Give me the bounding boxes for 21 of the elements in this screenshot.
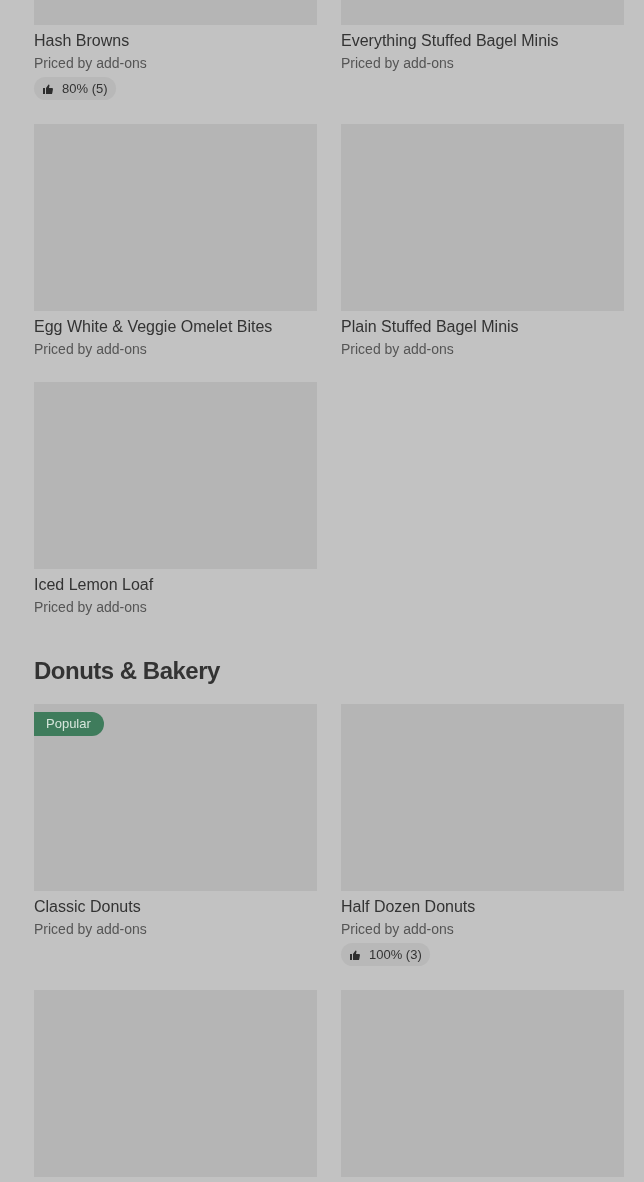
- item-name[interactable]: Half Dozen Donuts: [341, 896, 624, 918]
- section-heading: Donuts & Bakery: [34, 656, 221, 686]
- thumbs-up-icon: [42, 82, 54, 95]
- popular-badge: Popular: [34, 712, 104, 736]
- item-price: Priced by add-ons: [341, 54, 455, 72]
- item-price: Priced by add-ons: [341, 920, 455, 938]
- item-price: Priced by add-ons: [34, 54, 148, 72]
- rating-text: 80% (5): [62, 79, 108, 98]
- item-name[interactable]: Classic Donuts: [34, 896, 317, 918]
- item-price: Priced by add-ons: [34, 340, 148, 358]
- item-price: Priced by add-ons: [34, 598, 148, 616]
- rating-text: 100% (3): [369, 945, 422, 964]
- thumbs-up-icon: [349, 948, 361, 961]
- item-name[interactable]: Hash Browns: [34, 30, 317, 52]
- item-name[interactable]: Everything Stuffed Bagel Minis: [341, 30, 624, 52]
- item-name[interactable]: Plain Stuffed Bagel Minis: [341, 316, 624, 338]
- item-price: Priced by add-ons: [34, 920, 148, 938]
- item-price: Priced by add-ons: [341, 340, 455, 358]
- image-placeholder[interactable]: Popular: [34, 704, 317, 891]
- item-name[interactable]: Egg White & Veggie Omelet Bites: [34, 316, 317, 338]
- item-name[interactable]: Iced Lemon Loaf: [34, 574, 317, 596]
